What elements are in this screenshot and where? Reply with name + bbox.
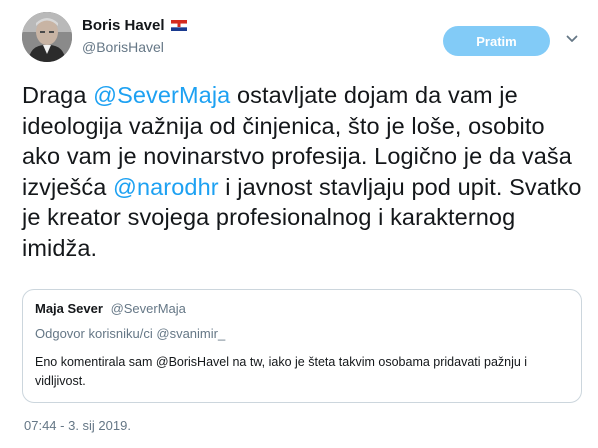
- author-handle[interactable]: @BorisHavel: [82, 39, 164, 55]
- quoted-tweet-header: Maja Sever @SeverMaja: [35, 301, 186, 316]
- tweet-timestamp[interactable]: 07:44 - 3. sij 2019.: [24, 418, 131, 433]
- author-display-name[interactable]: Boris Havel: [82, 17, 165, 34]
- quoted-tweet-card[interactable]: Maja Sever @SeverMaja Odgovor korisniku/…: [22, 289, 582, 403]
- avatar-photo: [22, 12, 72, 62]
- quoted-tweet-text: Eno komentirala sam @BorisHavel na tw, i…: [35, 355, 528, 388]
- chevron-down-icon[interactable]: [566, 33, 578, 45]
- author-name-row: Boris Havel: [82, 17, 187, 34]
- quoted-reply-context: Odgovor korisniku/ci @svanimir_: [35, 326, 226, 341]
- tweet-text-segment: Draga: [22, 82, 94, 108]
- quoted-author-handle: @SeverMaja: [110, 301, 186, 316]
- tweet-text: Draga @SeverMaja ostavljate dojam da vam…: [22, 80, 582, 263]
- mention-link[interactable]: @narodhr: [113, 174, 219, 200]
- croatia-flag-icon: [170, 20, 187, 31]
- avatar[interactable]: [22, 12, 72, 62]
- following-button[interactable]: Pratim: [443, 26, 550, 56]
- quoted-author-name: Maja Sever: [35, 301, 103, 316]
- mention-link[interactable]: @SeverMaja: [93, 82, 230, 108]
